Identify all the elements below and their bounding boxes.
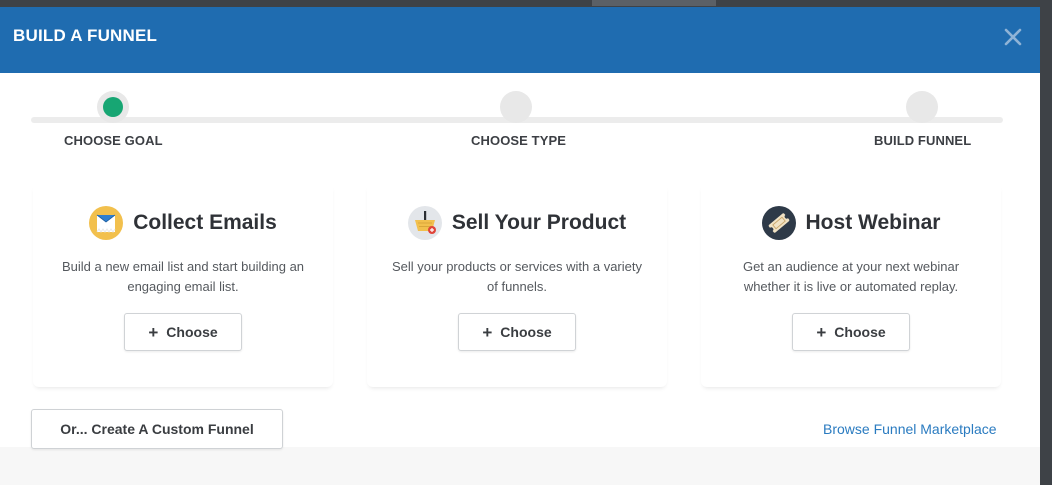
step-indicator-choose-goal: [97, 91, 129, 123]
step-label-choose-type: CHOOSE TYPE: [471, 133, 567, 148]
plus-icon: +: [148, 322, 159, 342]
close-x-icon: [1004, 28, 1022, 46]
goal-card-header: Sell Your Product: [367, 205, 667, 241]
choose-button-label: Choose: [834, 324, 886, 340]
choose-button-label: Choose: [500, 324, 552, 340]
plus-icon: +: [482, 322, 493, 342]
choose-collect-emails-button[interactable]: + Choose: [124, 313, 242, 351]
plus-icon: +: [816, 322, 827, 342]
choose-button-label: Choose: [166, 324, 218, 340]
choose-host-webinar-button[interactable]: + Choose: [792, 313, 910, 351]
modal-header: BUILD A FUNNEL: [0, 7, 1040, 73]
step-indicator-choose-type: [500, 91, 532, 123]
goal-title: Host Webinar: [805, 211, 941, 234]
email-envelope-icon: [89, 206, 124, 240]
goal-description: Build a new email list and start buildin…: [61, 259, 305, 294]
goal-card-sell-your-product: Sell Your Product Sell your products or …: [367, 183, 667, 387]
goal-description: Sell your products or services with a va…: [392, 259, 642, 294]
step-indicator-build-funnel: [906, 91, 938, 123]
shopping-basket-icon: [407, 206, 442, 240]
modal-title: BUILD A FUNNEL: [13, 26, 158, 45]
step-label-build-funnel: BUILD FUNNEL: [874, 133, 972, 148]
browse-funnel-marketplace-link[interactable]: Browse Funnel Marketplace: [823, 421, 997, 437]
goal-title: Collect Emails: [133, 211, 277, 234]
goal-card-header: Collect Emails: [33, 205, 333, 241]
goal-card-host-webinar: Host Webinar Get an audience at your nex…: [701, 183, 1001, 387]
choose-sell-your-product-button[interactable]: + Choose: [458, 313, 576, 351]
background-window-tab: [592, 0, 716, 6]
goal-description: Get an audience at your next webinar whe…: [742, 259, 960, 294]
modal-footer: [0, 447, 1040, 485]
create-custom-funnel-button[interactable]: Or... Create A Custom Funnel: [31, 409, 283, 449]
step-label-choose-goal: CHOOSE GOAL: [64, 133, 163, 148]
ticket-icon: [761, 206, 796, 240]
goal-card-collect-emails: Collect Emails Build a new email list an…: [33, 183, 333, 387]
build-funnel-modal: BUILD A FUNNEL CHOOSE GOAL CHOOSE TYPE B…: [0, 7, 1040, 485]
goal-title: Sell Your Product: [451, 211, 627, 234]
goal-card-header: Host Webinar: [701, 205, 1001, 241]
close-button[interactable]: [998, 22, 1028, 52]
